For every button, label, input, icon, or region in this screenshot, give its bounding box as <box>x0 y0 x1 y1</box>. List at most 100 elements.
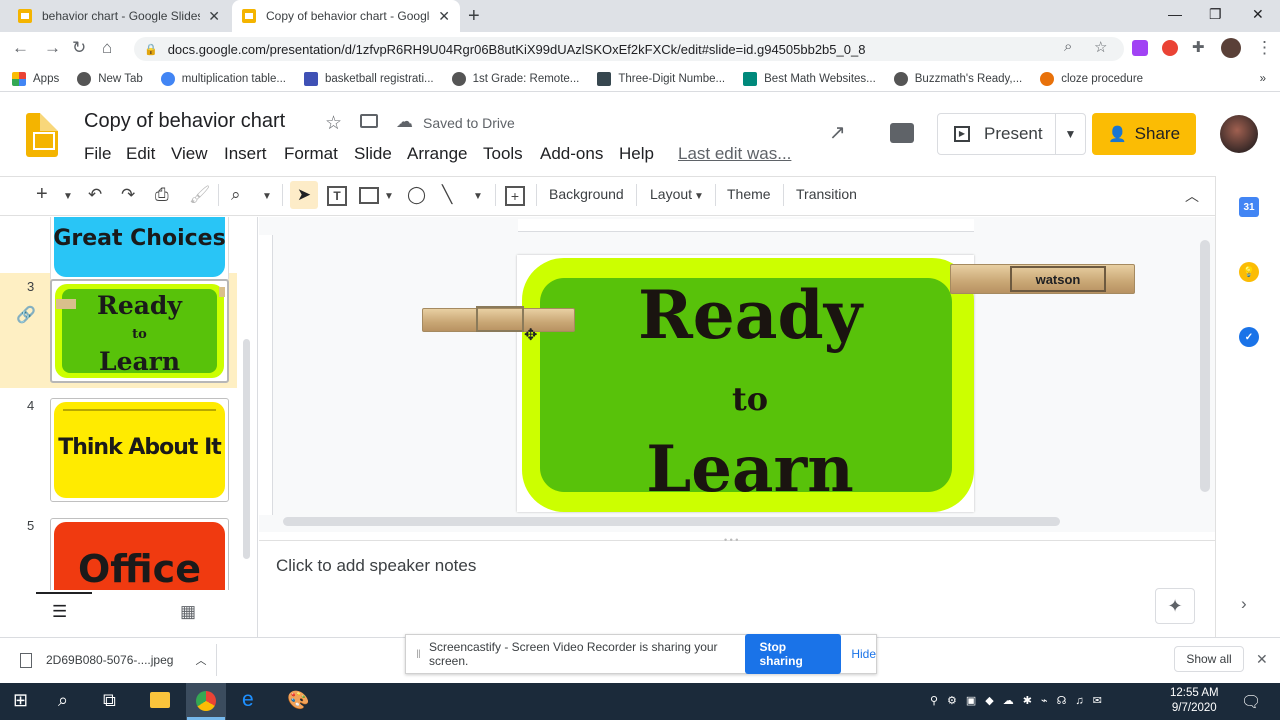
tab-behavior-chart[interactable]: behavior chart - Google Slides ✕ <box>8 0 230 32</box>
chevron-down-icon[interactable]: ▼ <box>384 191 394 202</box>
bookmark-cloze[interactable]: cloze procedure <box>1040 71 1143 86</box>
clothespin-label-box[interactable] <box>476 306 524 332</box>
slide-subtitle-to[interactable]: to <box>540 380 960 418</box>
new-tab-icon[interactable]: + <box>468 5 480 28</box>
print-icon[interactable]: ⎙ <box>155 185 169 205</box>
collapse-toolbar-icon[interactable]: ︿ <box>1185 186 1199 206</box>
vertical-ruler[interactable] <box>259 235 273 515</box>
last-edit-link[interactable]: Last edit was... <box>678 144 791 164</box>
theme-button[interactable]: Theme <box>727 186 771 202</box>
new-slide-icon[interactable]: + <box>36 183 48 206</box>
document-title[interactable]: Copy of behavior chart <box>84 110 285 133</box>
background-button[interactable]: Background <box>549 186 624 202</box>
close-tab-icon[interactable]: ✕ <box>438 8 450 25</box>
shape-icon[interactable]: ◯ <box>407 185 426 205</box>
menu-add-ons[interactable]: Add-ons <box>540 144 603 164</box>
transition-button[interactable]: Transition <box>796 186 857 202</box>
add-comment-icon[interactable]: + <box>505 186 525 206</box>
maximize-icon[interactable]: ❐ <box>1209 6 1222 23</box>
share-button[interactable]: 👤 Share <box>1092 113 1196 155</box>
keep-icon[interactable]: 💡 <box>1239 262 1259 282</box>
home-icon[interactable]: ⌂ <box>102 38 112 58</box>
back-icon[interactable]: ← <box>12 38 29 58</box>
filmstrip-scrollbar[interactable] <box>243 339 250 559</box>
slide-thumb-2[interactable]: Great Choices <box>50 217 229 281</box>
tasks-icon[interactable]: ✓ <box>1239 327 1259 347</box>
menu-slide[interactable]: Slide <box>354 144 392 164</box>
minimize-icon[interactable]: — <box>1168 6 1182 22</box>
close-window-icon[interactable]: ✕ <box>1252 6 1264 23</box>
undo-icon[interactable]: ↶ <box>88 185 102 205</box>
close-tab-icon[interactable]: ✕ <box>208 8 220 25</box>
notifications-icon[interactable]: 🗨 <box>1241 692 1261 712</box>
layout-button[interactable]: Layout <box>650 186 692 202</box>
slide-title-learn[interactable]: Learn <box>540 432 960 507</box>
bookmark-buzzmath[interactable]: Buzzmath's Ready,... <box>893 71 1022 86</box>
paint-format-icon[interactable]: 🖌 <box>189 185 211 205</box>
star-icon[interactable]: ☆ <box>325 112 342 135</box>
chevron-down-icon[interactable]: ▼ <box>694 191 704 202</box>
system-tray-icons[interactable]: ⚲⚙▣◆☁✱⌁☊♫✉ <box>930 694 1111 707</box>
zoom-icon[interactable]: ⌕ <box>231 185 241 205</box>
select-tool-icon[interactable]: ➤ <box>290 181 318 209</box>
horizontal-ruler[interactable] <box>518 219 974 232</box>
chevron-down-icon[interactable]: ▼ <box>63 191 73 202</box>
menu-tools[interactable]: Tools <box>483 144 523 164</box>
chrome-icon[interactable] <box>196 691 216 711</box>
explore-button[interactable]: ✦ <box>1155 588 1195 624</box>
calendar-icon[interactable]: 31 <box>1239 197 1259 217</box>
comments-icon[interactable] <box>890 123 914 143</box>
tab-copy-behavior-chart[interactable]: Copy of behavior chart - Google ✕ <box>232 0 460 32</box>
redo-icon[interactable]: ↷ <box>121 185 135 205</box>
menu-view[interactable]: View <box>171 144 208 164</box>
bookmark-1st-grade[interactable]: 1st Grade: Remote... <box>451 71 579 86</box>
speaker-notes-panel[interactable] <box>259 540 1215 637</box>
activity-trend-icon[interactable]: ↗ <box>829 120 846 145</box>
horizontal-scrollbar[interactable] <box>283 517 1060 526</box>
move-folder-icon[interactable] <box>360 114 378 128</box>
search-icon[interactable]: ⌕ <box>58 690 68 711</box>
menu-help[interactable]: Help <box>619 144 654 164</box>
download-item[interactable]: 2D69B080-5076-....jpeg ︿ <box>20 652 206 668</box>
image-icon[interactable] <box>359 187 379 204</box>
chevron-down-icon[interactable]: ▼ <box>473 191 483 202</box>
speaker-notes-placeholder[interactable]: Click to add speaker notes <box>276 556 476 576</box>
paint-icon[interactable]: 🎨 <box>287 690 309 711</box>
slide-title-ready[interactable]: Ready <box>540 276 960 354</box>
screencastify-extension-icon[interactable] <box>1162 40 1178 56</box>
vertical-scrollbar[interactable] <box>1200 240 1210 492</box>
resize-handle-icon[interactable]: • • • <box>724 535 738 545</box>
extension-puzzle-icon[interactable] <box>1132 40 1148 56</box>
text-box-icon[interactable]: T <box>327 186 347 206</box>
bookmark-three-digit[interactable]: Three-Digit Numbe... <box>597 71 725 86</box>
student-name-label[interactable]: watson <box>1010 266 1106 292</box>
stop-sharing-button[interactable]: Stop sharing <box>745 634 842 674</box>
forward-icon[interactable]: → <box>44 38 61 58</box>
profile-avatar-icon[interactable] <box>1221 38 1241 58</box>
menu-format[interactable]: Format <box>284 144 338 164</box>
taskbar-clock[interactable]: 12:55 AM 9/7/2020 <box>1170 686 1219 716</box>
grid-view-icon[interactable]: ▦ <box>180 602 196 622</box>
drag-handle-icon[interactable]: ‖ <box>416 647 421 661</box>
bookmark-new-tab[interactable]: New Tab <box>77 71 143 86</box>
address-bar[interactable]: 🔒 docs.google.com/presentation/d/1zfvpR6… <box>134 37 1124 61</box>
close-icon[interactable]: ✕ <box>1256 651 1268 668</box>
menu-insert[interactable]: Insert <box>224 144 267 164</box>
chevron-up-icon[interactable]: ︿ <box>195 652 206 668</box>
reload-icon[interactable]: ↻ <box>72 38 86 58</box>
slide-thumb-4[interactable]: Think About It <box>50 398 229 502</box>
hide-button[interactable]: Hide <box>851 647 876 661</box>
bookmark-star-icon[interactable]: ☆ <box>1094 38 1107 56</box>
slides-logo-icon[interactable] <box>26 113 58 157</box>
chevron-down-icon[interactable]: ▼ <box>262 191 272 202</box>
menu-file[interactable]: File <box>84 144 111 164</box>
filmstrip-view-icon[interactable]: ☰ <box>52 602 67 622</box>
windows-start-icon[interactable]: ⊞ <box>13 690 28 711</box>
bookmark-multiplication[interactable]: multiplication table... <box>160 71 286 86</box>
expand-panel-icon[interactable]: › <box>1241 594 1247 614</box>
slide-thumb-3[interactable]: Ready to Learn <box>50 279 229 383</box>
internet-explorer-icon[interactable]: e <box>242 688 254 712</box>
extensions-icon[interactable]: ✚ <box>1192 38 1205 56</box>
menu-arrange[interactable]: Arrange <box>407 144 467 164</box>
chrome-menu-icon[interactable]: ⋮ <box>1256 38 1273 58</box>
